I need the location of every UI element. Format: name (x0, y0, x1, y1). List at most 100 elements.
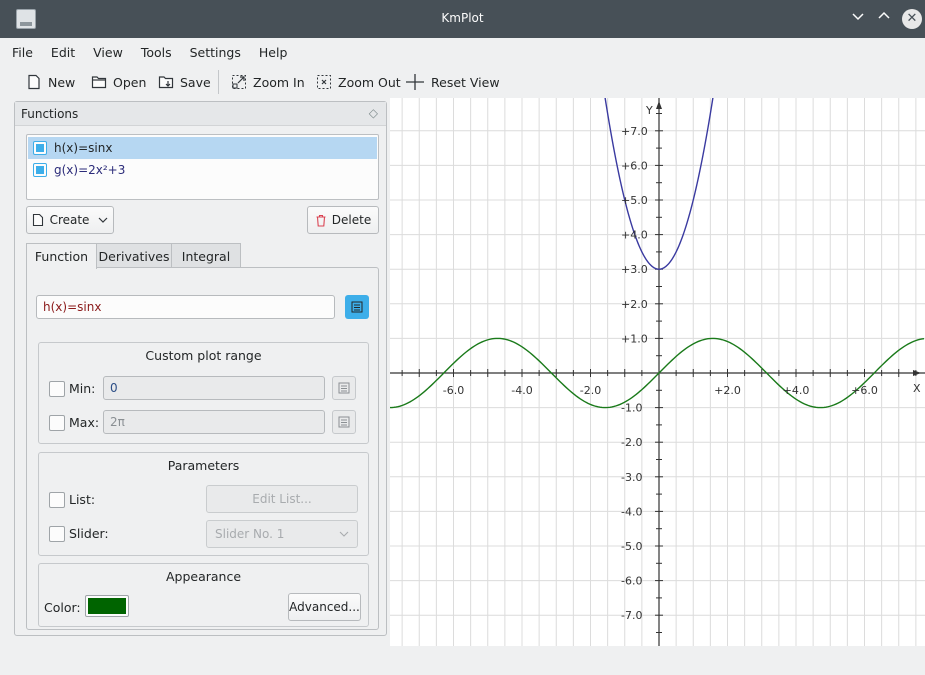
menu-view[interactable]: View (84, 38, 132, 60)
title-bar: KmPlot ✕ (0, 0, 925, 38)
function-label: g(x)=2x²+3 (54, 163, 126, 177)
calculator-icon (338, 382, 350, 394)
tab-integral[interactable]: Integral (171, 243, 241, 268)
maximize-button[interactable] (873, 8, 895, 30)
new-button[interactable]: New (26, 71, 75, 93)
close-icon: ✕ (906, 11, 918, 26)
new-label: New (48, 74, 76, 90)
list-checkbox[interactable] (49, 492, 65, 508)
custom-plot-range-group: Custom plot range Min: 0 Max: 2π (38, 342, 369, 444)
save-label: Save (180, 74, 211, 90)
function-visible-checkbox[interactable] (33, 163, 47, 177)
folder-open-icon (91, 76, 107, 89)
save-button[interactable]: Save (158, 71, 211, 93)
list-label: List: (69, 492, 96, 507)
x-tick-label: +4.0 (783, 384, 810, 397)
y-tick-label: +7.0 (621, 125, 648, 138)
zoom-out-button[interactable]: Zoom Out (316, 71, 401, 93)
minimize-button[interactable] (847, 8, 869, 30)
y-tick-label: +4.0 (621, 229, 648, 242)
y-tick-label: +3.0 (621, 263, 648, 276)
chevron-up-icon (878, 11, 890, 19)
status-bar (0, 646, 925, 675)
chevron-down-icon (99, 217, 108, 223)
reset-view-label: Reset View (431, 74, 500, 90)
tab-derivatives[interactable]: Derivatives (96, 243, 172, 268)
min-equation-editor-button[interactable] (332, 376, 356, 400)
x-tick-label: -2.0 (580, 384, 601, 397)
plot-labels: -6.0 -4.0 -2.0 +2.0 +4.0 +6.0 +7.0 +6.0 +5.0 +4.0… (443, 104, 921, 622)
calculator-icon (338, 416, 350, 428)
toolbar-separator (218, 70, 219, 94)
function-plot[interactable]: -6.0 -4.0 -2.0 +2.0 +4.0 +6.0 +7.0 +6.0 +5.0 +4.0… (390, 98, 925, 646)
y-tick-label: -1.0 (621, 402, 642, 415)
menu-bar: File Edit View Tools Settings Help (0, 38, 925, 66)
parameters-title: Parameters (167, 458, 240, 473)
advanced-button[interactable]: Advanced... (288, 593, 361, 621)
menu-edit[interactable]: Edit (42, 38, 84, 60)
float-panel-icon[interactable]: ◇ (369, 106, 378, 120)
plot-curves (390, 98, 925, 409)
function-list: h(x)=sinx g(x)=2x²+3 (26, 134, 379, 200)
function-label: h(x)=sinx (54, 141, 113, 155)
slider-checkbox[interactable] (49, 526, 65, 542)
menu-tools[interactable]: Tools (132, 38, 181, 60)
save-icon (158, 76, 174, 89)
menu-file[interactable]: File (0, 38, 42, 60)
close-button[interactable]: ✕ (902, 9, 922, 29)
function-list-item[interactable]: h(x)=sinx (28, 137, 377, 159)
zoom-in-label: Zoom In (253, 74, 305, 90)
equation-editor-button[interactable] (345, 295, 369, 319)
y-tick-label: +2.0 (621, 298, 648, 311)
functions-panel-title: Functions (21, 107, 79, 121)
equation-input[interactable]: h(x)=sinx (36, 295, 335, 319)
create-button[interactable]: Create (26, 206, 114, 234)
window-title: KmPlot (441, 11, 484, 25)
reset-view-button[interactable]: Reset View (405, 71, 500, 93)
calculator-icon (351, 301, 363, 313)
tab-function[interactable]: Function (26, 243, 97, 269)
function-list-item[interactable]: g(x)=2x²+3 (28, 159, 377, 181)
x-axis-arrow (913, 370, 921, 376)
menu-help[interactable]: Help (250, 38, 297, 60)
max-input[interactable]: 2π (103, 410, 325, 434)
slider-select[interactable]: Slider No. 1 (206, 520, 358, 548)
functions-dock-panel: Functions ◇ h(x)=sinx g(x)=2x²+3 Create … (14, 101, 387, 636)
y-tick-label: -4.0 (621, 505, 642, 518)
color-picker-button[interactable] (85, 595, 129, 617)
min-checkbox[interactable] (49, 381, 65, 397)
zoom-out-label: Zoom Out (338, 74, 401, 90)
plot-area[interactable]: -6.0 -4.0 -2.0 +2.0 +4.0 +6.0 +7.0 +6.0 +5.0 +4.0… (390, 98, 925, 646)
appearance-title: Appearance (165, 569, 242, 584)
delete-label: Delete (331, 213, 372, 227)
slider-select-value: Slider No. 1 (215, 527, 285, 541)
x-tick-label: -4.0 (511, 384, 532, 397)
main-toolbar: New Open Save Zoom In Zoom Out Reset Vie… (0, 66, 925, 98)
x-tick-label: -6.0 (443, 384, 464, 397)
y-tick-label: -2.0 (621, 436, 642, 449)
y-tick-label: +5.0 (621, 194, 648, 207)
y-tick-label: +1.0 (621, 332, 648, 345)
edit-list-button[interactable]: Edit List... (206, 485, 358, 513)
function-visible-checkbox[interactable] (33, 141, 47, 155)
create-label: Create (49, 213, 90, 227)
functions-panel-header: Functions ◇ (15, 102, 386, 126)
color-label: Color: (44, 600, 81, 615)
max-equation-editor-button[interactable] (332, 410, 356, 434)
y-axis-arrow (656, 101, 662, 109)
color-swatch (88, 598, 126, 614)
y-axis-label: Y (645, 104, 653, 117)
delete-button[interactable]: Delete (307, 206, 379, 234)
max-checkbox[interactable] (49, 415, 65, 431)
x-axis-label: X (913, 382, 921, 395)
open-button[interactable]: Open (91, 71, 146, 93)
zoom-in-button[interactable]: Zoom In (231, 71, 305, 93)
appearance-group: Appearance Color: Advanced... (38, 563, 369, 627)
min-input[interactable]: 0 (103, 376, 325, 400)
y-tick-label: -6.0 (621, 575, 642, 588)
menu-settings[interactable]: Settings (181, 38, 250, 60)
parameters-group: Parameters List: Edit List... Slider: Sl… (38, 452, 369, 556)
trash-icon (316, 214, 326, 227)
x-tick-label: +6.0 (851, 384, 878, 397)
open-label: Open (113, 74, 147, 90)
